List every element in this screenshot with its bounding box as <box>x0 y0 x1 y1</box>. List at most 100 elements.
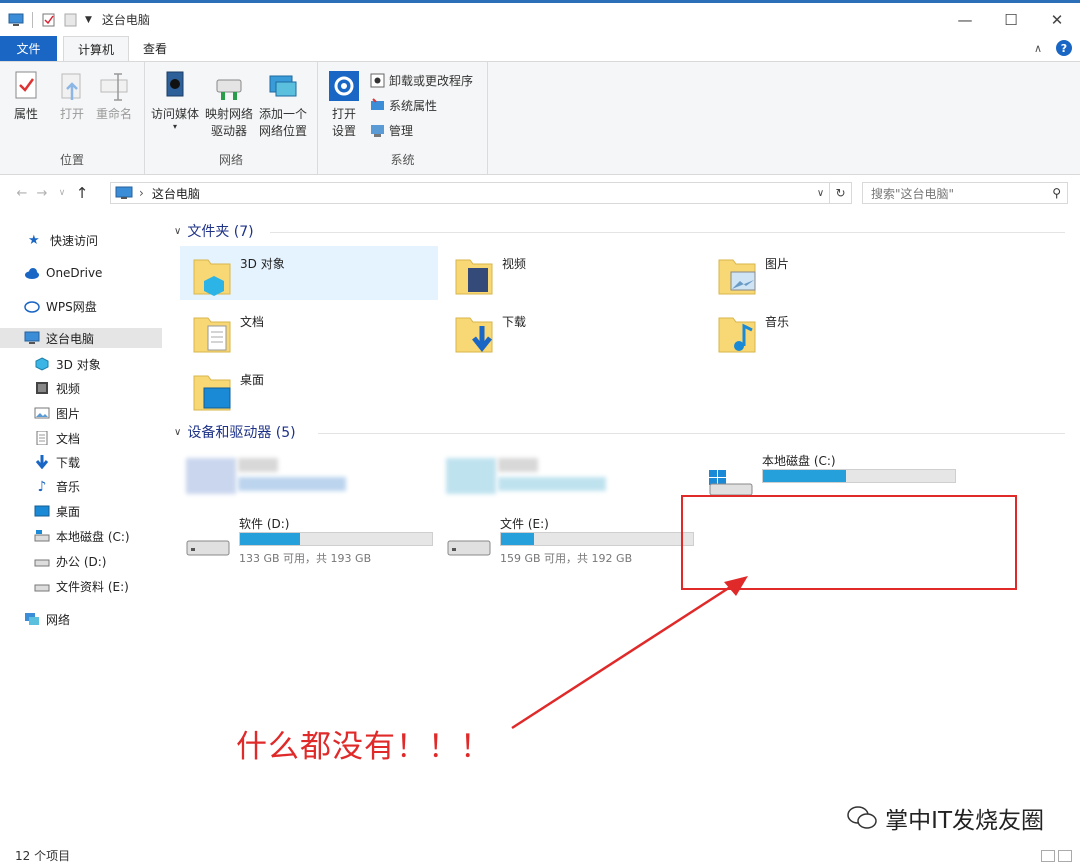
breadcrumb-chevron-icon[interactable]: › <box>139 186 144 200</box>
sidebar-item-wps-drive[interactable]: WPS网盘 <box>24 296 97 316</box>
search-icon[interactable]: ⚲ <box>1052 186 1061 200</box>
document-icon <box>36 431 48 445</box>
drive-name: 文件 (E:) <box>500 517 549 531</box>
search-input[interactable]: 搜索"这台电脑" ⚲ <box>862 182 1068 204</box>
network-icon <box>25 613 39 625</box>
folder-downloads[interactable]: 下载 <box>442 304 700 358</box>
sidebar-item-label: 图片 <box>56 406 81 421</box>
drive-d[interactable]: 软件 (D:) 133 GB 可用，共 193 GB <box>185 515 445 575</box>
sidebar-item-documents[interactable]: 文档 <box>34 428 80 448</box>
folder-music-icon <box>718 317 756 353</box>
access-media-button[interactable]: 访问媒体 ▾ <box>151 70 199 131</box>
window-title: 这台电脑 <box>101 13 150 27</box>
forward-arrow-icon[interactable]: → <box>32 186 52 201</box>
sidebar-item-label: 办公 (D:) <box>56 554 107 569</box>
open-button[interactable]: 打开 <box>56 70 88 123</box>
sidebar-item-label: 3D 对象 <box>56 357 101 372</box>
rename-button[interactable]: 重命名 <box>96 70 132 123</box>
star-icon: ★ <box>28 233 40 248</box>
add-network-location-button[interactable]: 添加一个 网络位置 <box>259 70 307 140</box>
tab-file[interactable]: 文件 <box>0 36 57 61</box>
map-network-label-1: 映射网络 <box>205 107 254 121</box>
close-icon[interactable]: ✕ <box>1034 5 1080 35</box>
folder-documents[interactable]: 文档 <box>180 304 438 358</box>
drive-usage-bar <box>762 469 956 483</box>
blurred-drive-name <box>238 458 278 472</box>
manage-button[interactable]: 管理 <box>370 122 413 139</box>
sidebar-item-videos[interactable]: 视频 <box>34 378 80 398</box>
add-network-label-2: 网络位置 <box>259 124 308 138</box>
properties-label: 属性 <box>13 107 38 121</box>
large-icons-view-icon[interactable] <box>1058 850 1072 862</box>
folder-name: 视频 <box>502 257 527 271</box>
sidebar-item-label: 桌面 <box>56 504 81 519</box>
sidebar-item-drive-c[interactable]: 本地磁盘 (C:) <box>34 526 130 546</box>
annotation-text: 什么都没有！！！ <box>236 729 492 765</box>
blurred-drive-bar <box>498 477 606 491</box>
folder-videos[interactable]: 视频 <box>442 246 700 300</box>
sidebar-item-this-pc[interactable]: 这台电脑 <box>0 328 162 348</box>
customize-toolbar-chevron-icon[interactable]: ▼ <box>85 15 92 25</box>
sidebar-item-pictures[interactable]: 图片 <box>34 403 80 423</box>
open-settings-button[interactable]: 打开 设置 <box>328 70 360 140</box>
address-bar[interactable]: › 这台电脑 ∨ <box>110 182 830 204</box>
address-dropdown-icon[interactable]: ∨ <box>811 188 829 199</box>
refresh-icon[interactable]: ↻ <box>830 182 852 204</box>
drive-free-space: 133 GB 可用，共 193 GB <box>239 552 372 565</box>
folder-desktop-icon <box>193 375 231 411</box>
sidebar-item-onedrive[interactable]: OneDrive <box>24 263 102 283</box>
properties-button[interactable]: 属性 <box>10 70 42 123</box>
help-icon[interactable]: ? <box>1056 40 1072 56</box>
sidebar-item-quick-access[interactable]: ★ 快速访问 <box>28 230 98 250</box>
sidebar-item-label: 网络 <box>46 612 71 627</box>
properties-icon[interactable] <box>41 13 57 27</box>
wechat-icon <box>847 806 877 829</box>
folder-pictures[interactable]: 图片 <box>705 246 963 300</box>
tab-view[interactable]: 查看 <box>129 36 181 61</box>
sidebar-item-music[interactable]: ♪ 音乐 <box>34 476 80 496</box>
media-icon <box>166 71 184 97</box>
tab-computer[interactable]: 计算机 <box>63 36 130 61</box>
back-arrow-icon[interactable]: ← <box>12 186 32 201</box>
view-toggle <box>1041 850 1072 862</box>
uninstall-program-button[interactable]: 卸载或更改程序 <box>370 72 473 89</box>
open-settings-label-1: 打开 <box>331 107 356 121</box>
sidebar-item-label: OneDrive <box>46 266 103 280</box>
drive-e[interactable]: 文件 (E:) 159 GB 可用，共 192 GB <box>446 515 706 575</box>
sidebar-item-drive-d[interactable]: 办公 (D:) <box>34 551 106 571</box>
status-bar-item-count: 12 个项目 <box>15 849 71 863</box>
ribbon-collapse-chevron-icon[interactable]: ∧ <box>1034 42 1042 55</box>
system-properties-label: 系统属性 <box>389 99 438 113</box>
recent-dropdown-icon[interactable]: ∨ <box>52 188 72 198</box>
gear-icon <box>329 71 359 101</box>
blurred-drive-icon <box>446 458 496 494</box>
drive-name: 本地磁盘 (C:) <box>762 454 836 468</box>
details-view-icon[interactable] <box>1041 850 1055 862</box>
section-divider <box>270 232 1065 233</box>
folders-section-header[interactable]: ∨ 文件夹 (7) <box>174 221 254 241</box>
folder-desktop[interactable]: 桌面 <box>180 362 438 416</box>
new-folder-icon[interactable] <box>63 13 79 27</box>
wps-cloud-icon <box>24 301 40 313</box>
sidebar-item-network[interactable]: 网络 <box>24 609 70 629</box>
sidebar-item-downloads[interactable]: 下载 <box>34 452 80 472</box>
map-network-drive-button[interactable]: 映射网络 驱动器 <box>205 70 253 140</box>
up-arrow-icon[interactable]: ↑ <box>72 184 92 202</box>
sidebar-item-drive-e[interactable]: 文件资料 (E:) <box>34 576 129 596</box>
maximize-icon[interactable]: ☐ <box>988 5 1034 35</box>
sidebar-item-3d-objects[interactable]: 3D 对象 <box>34 354 101 374</box>
watermark-text: 掌中IT发烧友圈 <box>885 808 1044 834</box>
breadcrumb[interactable]: 这台电脑 <box>152 185 200 202</box>
ribbon-tabs: 文件 计算机 查看 ∧ ? <box>0 36 1080 61</box>
folder-name: 音乐 <box>765 315 790 329</box>
sidebar-item-desktop[interactable]: 桌面 <box>34 501 80 521</box>
minimize-icon[interactable]: — <box>942 5 988 35</box>
folder-name: 3D 对象 <box>240 257 285 271</box>
devices-section-header[interactable]: ∨ 设备和驱动器 (5) <box>174 422 296 442</box>
system-properties-button[interactable]: 系统属性 <box>370 97 437 114</box>
sidebar-item-label: 音乐 <box>56 479 81 494</box>
network-location-icon <box>269 75 297 97</box>
rename-icon <box>100 73 128 101</box>
folder-3d-objects[interactable]: 3D 对象 <box>180 246 438 300</box>
folder-music[interactable]: 音乐 <box>705 304 963 358</box>
